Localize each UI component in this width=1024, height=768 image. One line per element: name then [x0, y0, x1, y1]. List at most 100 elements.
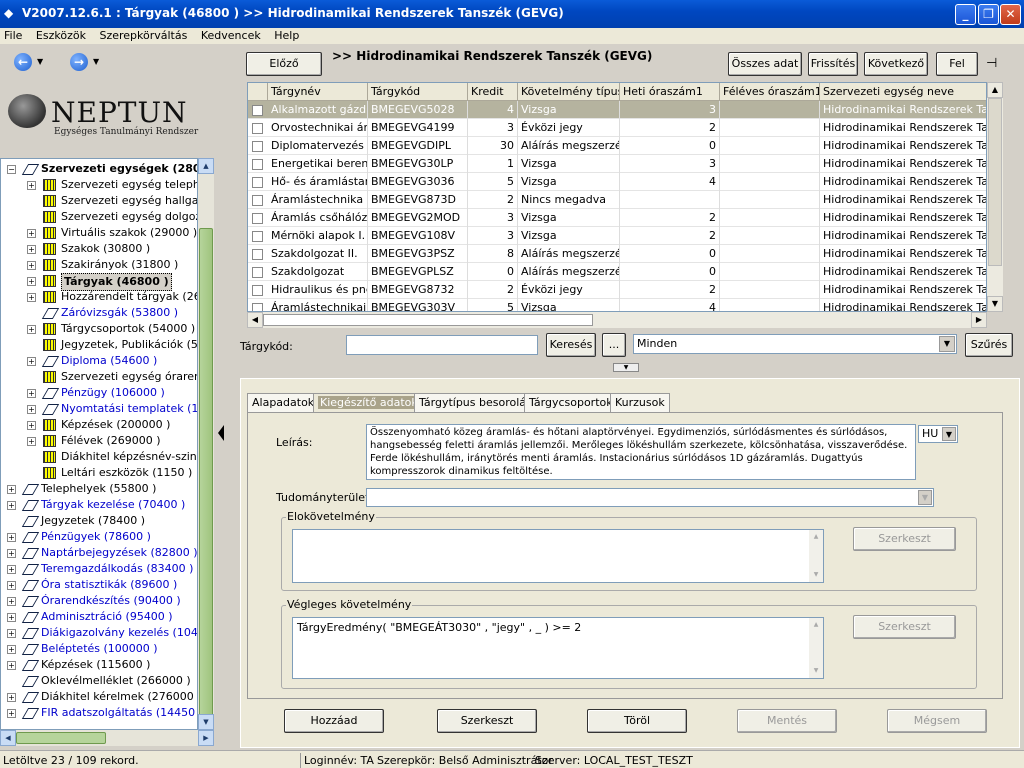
cancel-button[interactable]: Mégsem — [887, 709, 987, 733]
row-checkbox[interactable] — [252, 177, 263, 188]
scroll-thumb[interactable] — [199, 228, 213, 718]
table-row[interactable]: Áramlás csőhálózatoBMEGEVG2MOD3Vizsga2 Hi… — [248, 209, 986, 227]
expand-icon[interactable]: + — [7, 597, 16, 606]
prerequisite-textarea[interactable]: ▲ ▼ — [292, 529, 824, 583]
edit-prerequisite-button[interactable]: Szerkeszt — [853, 527, 956, 551]
table-row[interactable]: Szakdolgozat II. BMEGEVG3PSZ 8 Aláírás megs… — [248, 245, 986, 263]
expand-icon[interactable]: + — [27, 229, 36, 238]
expand-icon[interactable]: + — [7, 645, 16, 654]
table-row[interactable]: Hidraulikus és pneumBMEGEVG87322Évközi j… — [248, 281, 986, 299]
scroll-thumb[interactable] — [263, 314, 593, 326]
column-header[interactable]: Heti óraszám1 — [620, 83, 720, 101]
chevron-down-icon[interactable]: ▼ — [918, 490, 932, 505]
scroll-down-icon[interactable]: ▼ — [809, 664, 823, 678]
column-header[interactable]: Kredit — [468, 83, 518, 101]
up-button[interactable]: Fel — [936, 52, 978, 76]
expand-icon[interactable]: + — [27, 437, 36, 446]
menu-file[interactable]: File — [0, 28, 28, 44]
column-header[interactable]: Tárgynév — [268, 83, 368, 101]
row-checkbox[interactable] — [252, 231, 263, 242]
textarea-scrollbar[interactable]: ▲ ▼ — [809, 618, 823, 678]
table-vertical-scrollbar[interactable]: ▲ ▼ — [987, 82, 1003, 312]
edit-button[interactable]: Szerkeszt — [437, 709, 537, 733]
subject-code-input[interactable] — [346, 335, 538, 355]
scroll-thumb[interactable] — [16, 732, 106, 744]
expand-icon[interactable]: + — [7, 661, 16, 670]
chevron-down-icon[interactable]: ▼ — [939, 336, 955, 352]
language-select[interactable]: HU ▼ — [918, 425, 958, 443]
column-header[interactable]: Követelmény típusa — [518, 83, 620, 101]
scroll-down-icon[interactable]: ▼ — [987, 296, 1003, 312]
tab-subject-type[interactable]: Tárgytípus besorolás — [414, 393, 537, 413]
row-checkbox[interactable] — [252, 159, 263, 170]
column-header[interactable]: Féléves óraszám1 — [720, 83, 820, 101]
filter-select[interactable]: Minden ▼ — [633, 334, 957, 354]
table-row[interactable]: Alkalmazott gázdinanBMEGEVG50284Vizsga3 H… — [248, 101, 986, 119]
save-button[interactable]: Mentés — [737, 709, 837, 733]
scroll-left-icon[interactable]: ◀ — [0, 730, 16, 746]
column-header[interactable]: Tárgykód — [368, 83, 468, 101]
tab-courses[interactable]: Kurzusok — [610, 393, 670, 413]
scroll-right-icon[interactable]: ▶ — [971, 312, 987, 328]
row-checkbox[interactable] — [252, 285, 263, 296]
search-button[interactable]: Keresés — [546, 333, 596, 357]
row-checkbox[interactable] — [252, 249, 263, 260]
scroll-up-icon[interactable]: ▲ — [987, 82, 1003, 98]
column-header[interactable]: Szervezeti egység neve — [820, 83, 986, 101]
back-dropdown-icon[interactable]: ▼ — [37, 57, 43, 66]
menu-help[interactable]: Help — [270, 28, 305, 44]
next-button[interactable]: Következő — [864, 52, 928, 76]
table-row[interactable]: Áramlástechnikai rerBMEGEVG303V5Vizsga4 H… — [248, 299, 986, 311]
menu-role-switch[interactable]: Szerepkörváltás — [95, 28, 193, 44]
row-checkbox[interactable] — [252, 141, 263, 152]
row-checkbox[interactable] — [252, 105, 263, 116]
tab-subject-groups[interactable]: Tárgycsoportok — [524, 393, 618, 413]
expand-icon[interactable]: + — [7, 565, 16, 574]
collapse-left-icon[interactable] — [218, 425, 224, 441]
scroll-right-icon[interactable]: ▶ — [198, 730, 214, 746]
row-checkbox[interactable] — [252, 213, 263, 224]
expand-icon[interactable]: + — [7, 501, 16, 510]
table-row[interactable]: Orvostechnikai áramBMEGEVG41993Évközi je… — [248, 119, 986, 137]
textarea-scrollbar[interactable]: ▲ ▼ — [809, 530, 823, 582]
minimize-button[interactable]: _ — [955, 4, 976, 25]
table-row[interactable]: Energetikai berendeBMEGEVG30LP1Vizsga3 Hi… — [248, 155, 986, 173]
refresh-button[interactable]: Frissítés — [808, 52, 858, 76]
pin-icon[interactable]: ⊣ — [986, 56, 997, 71]
row-checkbox[interactable] — [252, 303, 263, 311]
expand-icon[interactable]: + — [27, 293, 36, 302]
expand-icon[interactable]: + — [7, 629, 16, 638]
tree-horizontal-scrollbar[interactable]: ◀ ▶ — [0, 730, 214, 746]
expand-icon[interactable]: + — [7, 533, 16, 542]
tab-basic-data[interactable]: Alapadatok — [247, 393, 320, 413]
collapse-icon[interactable]: − — [7, 165, 16, 174]
scroll-down-icon[interactable]: ▼ — [198, 714, 214, 730]
table-row[interactable]: Mérnöki alapok I. BMEGEVG108V 3 Vizsga 2 Hidr… — [248, 227, 986, 245]
edit-final-requirement-button[interactable]: Szerkeszt — [853, 615, 956, 639]
filter-button[interactable]: Szűrés — [965, 333, 1013, 357]
table-row[interactable]: Diplomatervezés BMEGEVGDIPL 30 Aláírás megs… — [248, 137, 986, 155]
back-arrow-icon[interactable]: ← — [14, 53, 32, 71]
expand-icon[interactable]: + — [27, 389, 36, 398]
delete-button[interactable]: Töröl — [587, 709, 687, 733]
table-row[interactable]: Hő- és áramlástan II.BMEGEVG30365Vizsga4… — [248, 173, 986, 191]
expand-icon[interactable]: + — [7, 613, 16, 622]
expand-icon[interactable]: + — [27, 405, 36, 414]
expand-icon[interactable]: + — [7, 693, 16, 702]
expand-icon[interactable]: + — [27, 181, 36, 190]
expand-icon[interactable]: + — [7, 709, 16, 718]
expand-icon[interactable]: + — [7, 549, 16, 558]
scroll-left-icon[interactable]: ◀ — [247, 312, 263, 328]
scroll-up-icon[interactable]: ▲ — [809, 530, 823, 544]
previous-button[interactable]: Előző — [246, 52, 322, 76]
menu-tools[interactable]: Eszközök — [32, 28, 92, 44]
expand-icon[interactable]: + — [27, 357, 36, 366]
scroll-up-icon[interactable]: ▲ — [198, 158, 214, 174]
menu-favorites[interactable]: Kedvencek — [197, 28, 267, 44]
field-of-science-select[interactable]: ▼ — [366, 488, 934, 507]
expand-icon[interactable]: + — [27, 325, 36, 334]
row-checkbox[interactable] — [252, 267, 263, 278]
scroll-down-icon[interactable]: ▼ — [809, 568, 823, 582]
forward-arrow-icon[interactable]: → — [70, 53, 88, 71]
expand-icon[interactable]: + — [27, 421, 36, 430]
